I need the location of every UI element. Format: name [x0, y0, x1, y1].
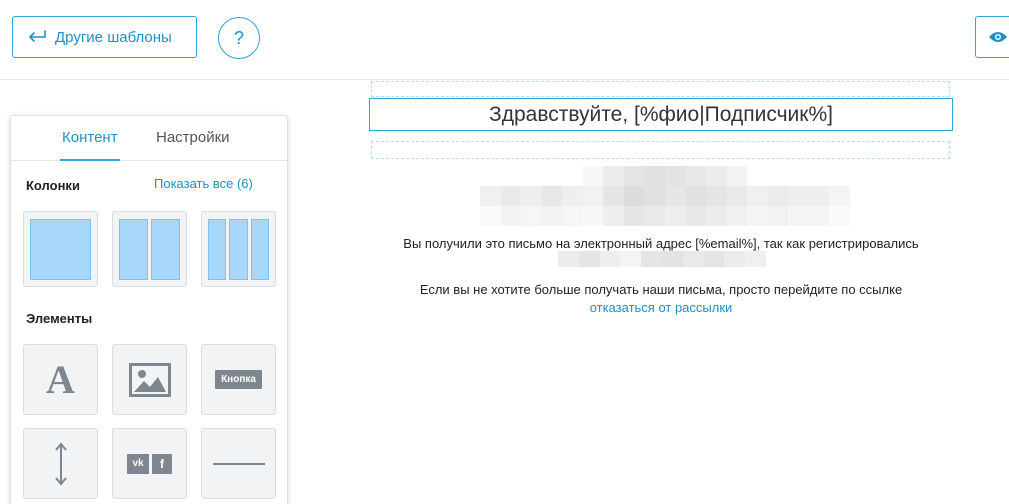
tab-content[interactable]: Контент: [60, 129, 120, 161]
show-all-columns-link[interactable]: Показать все (6): [154, 176, 253, 191]
return-arrow-icon: [29, 30, 46, 42]
button-icon: Кнопка: [215, 370, 262, 389]
greeting-text: Здравствуйте, [%фио|Подписчик%]: [489, 102, 833, 126]
column-layout-3[interactable]: [201, 211, 276, 287]
vk-icon: vk: [127, 453, 149, 474]
other-templates-label: Другие шаблоны: [55, 28, 172, 46]
unsubscribe-notice-text: Если вы не хотите больше получать наши п…: [419, 282, 903, 297]
element-image[interactable]: [112, 344, 187, 415]
preview-button[interactable]: [975, 16, 1009, 58]
divider-icon: [212, 462, 265, 465]
image-icon: [128, 362, 171, 397]
facebook-icon: f: [152, 453, 172, 474]
columns-heading: Колонки: [26, 178, 80, 193]
one-column-icon: [30, 218, 91, 280]
element-spacer[interactable]: [23, 428, 98, 499]
element-button[interactable]: Кнопка: [201, 344, 276, 415]
redacted-logo: [480, 166, 850, 226]
spacer-icon: [54, 441, 67, 486]
panel-tabs: Контент Настройки: [11, 116, 287, 161]
unsubscribe-link[interactable]: отказаться от рассылки: [369, 300, 953, 315]
redacted-site-name: [558, 251, 766, 267]
element-social[interactable]: vk f: [112, 428, 187, 499]
three-column-icon: [208, 218, 269, 280]
greeting-text-block[interactable]: Здравствуйте, [%фио|Подписчик%]: [369, 98, 953, 131]
eye-icon: [989, 32, 1007, 42]
text-icon: A: [46, 357, 75, 402]
content-panel: Контент Настройки Колонки Показать все (…: [10, 115, 288, 504]
two-column-icon: [119, 218, 180, 280]
column-layout-1[interactable]: [23, 211, 98, 287]
email-notice-text: Вы получили это письмо на электронный ад…: [403, 236, 919, 251]
social-icon: vk f: [127, 453, 172, 474]
element-text[interactable]: A: [23, 344, 98, 415]
drop-zone-top[interactable]: [371, 81, 950, 97]
other-templates-button[interactable]: Другие шаблоны: [12, 16, 197, 58]
element-divider[interactable]: [201, 428, 276, 499]
drop-zone-bottom[interactable]: [371, 141, 950, 159]
tab-settings[interactable]: Настройки: [156, 129, 230, 146]
help-button[interactable]: ?: [218, 17, 260, 59]
help-label: ?: [233, 27, 244, 48]
top-toolbar: Другие шаблоны ?: [0, 0, 1009, 80]
column-layout-2[interactable]: [112, 211, 187, 287]
elements-heading: Элементы: [26, 311, 93, 326]
